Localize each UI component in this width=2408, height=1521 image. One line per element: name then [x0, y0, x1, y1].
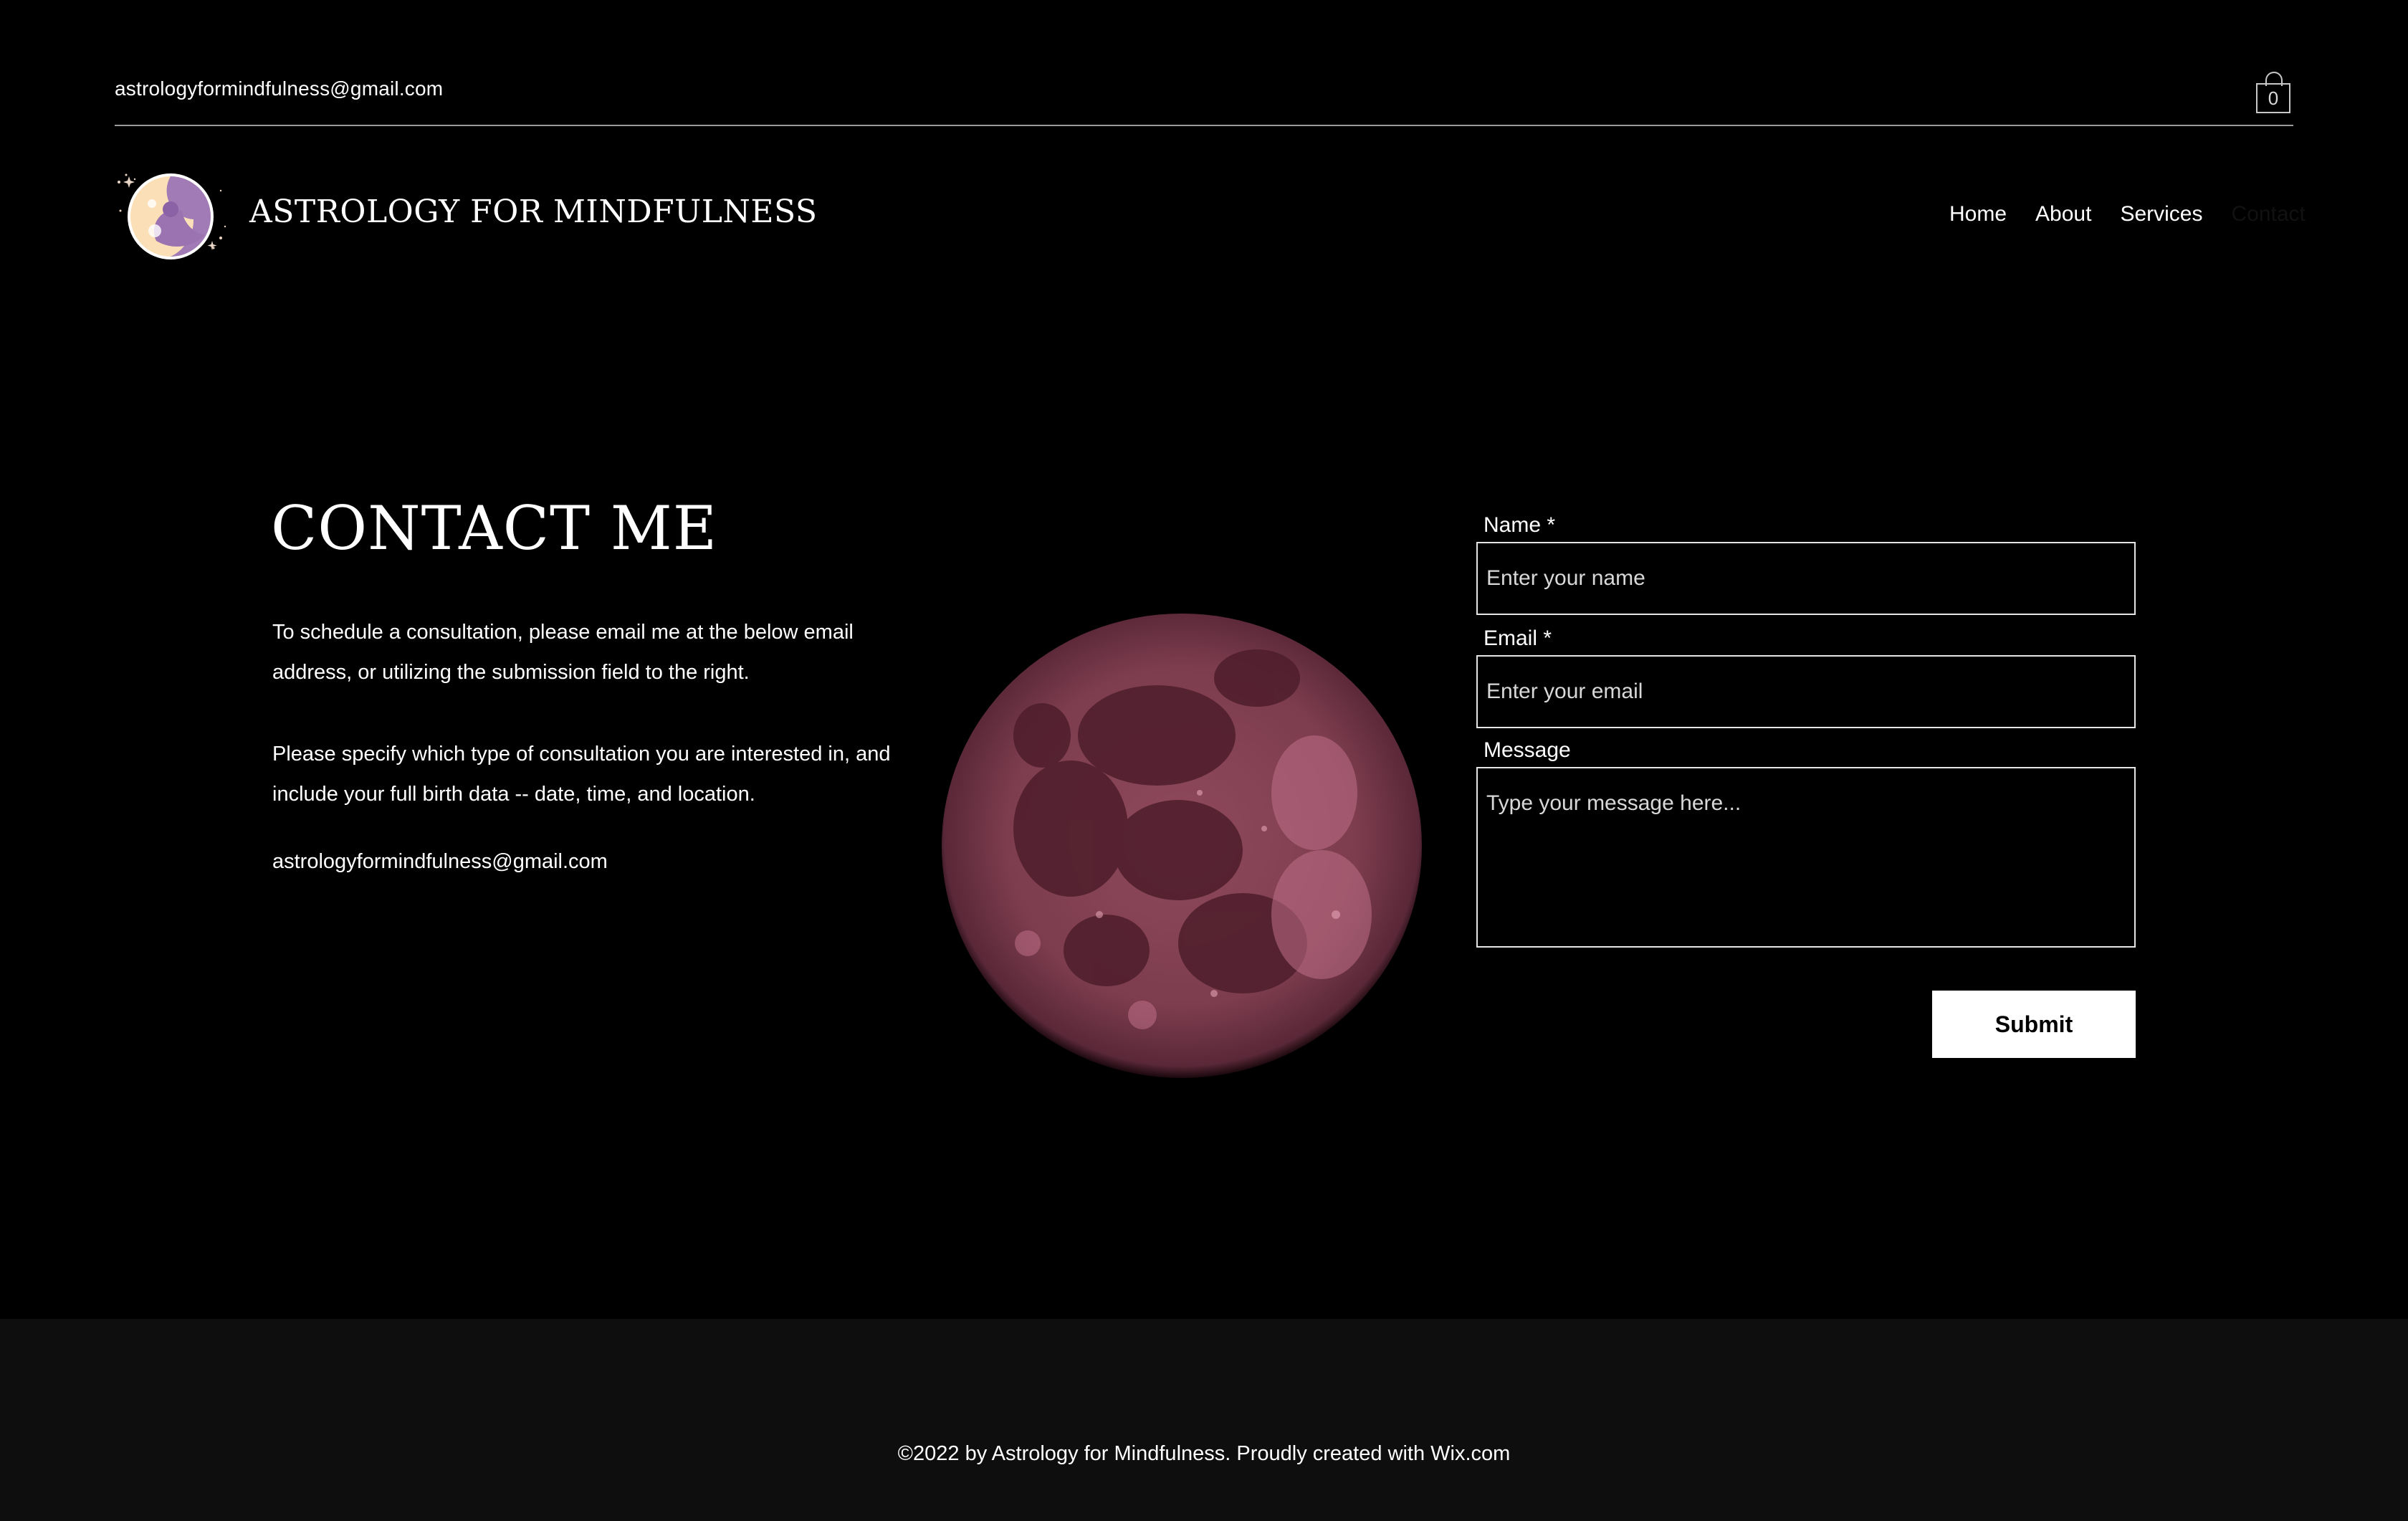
page-title: CONTACT ME: [271, 493, 718, 563]
nav-item-home[interactable]: Home: [1949, 202, 2007, 227]
nav-item-services[interactable]: Services: [2120, 202, 2202, 227]
footer-copyright: ©2022 by Astrology for Mindfulness. Prou…: [897, 1442, 1511, 1465]
nav-item-contact[interactable]: Contact: [2231, 202, 2305, 227]
header-divider: [115, 125, 2293, 126]
message-label: Message: [1484, 738, 1571, 762]
contact-instructions-text: Please specify which type of consultatio…: [272, 743, 891, 806]
main-nav: Home About Services Contact: [1949, 202, 2306, 227]
cart-button[interactable]: 0: [2256, 72, 2292, 113]
name-label: Name *: [1484, 513, 1556, 537]
name-field[interactable]: Enter your name: [1476, 542, 2136, 615]
submit-button[interactable]: Submit: [1932, 991, 2136, 1058]
email-field[interactable]: Enter your email: [1476, 655, 2136, 728]
email-label: Email *: [1484, 626, 1552, 650]
contact-email-link[interactable]: astrologyformindfulness@gmail.com: [272, 850, 608, 874]
page: astrologyformindfulness@gmail.com 0 ASTR…: [0, 0, 2408, 1521]
nav-item-about[interactable]: About: [2035, 202, 2091, 227]
message-field[interactable]: Type your message here...: [1476, 767, 2136, 948]
top-email-link[interactable]: astrologyformindfulness@gmail.com: [115, 77, 443, 100]
moon-logo-icon: [118, 173, 226, 259]
site-logo[interactable]: [113, 169, 228, 262]
site-title[interactable]: ASTROLOGY FOR MINDFULNESS: [249, 194, 818, 230]
contact-intro-text: To schedule a consultation, please email…: [272, 621, 854, 684]
footer: [0, 1319, 2408, 1521]
moon-image: [935, 606, 1429, 1085]
cart-count: 0: [2268, 87, 2279, 109]
